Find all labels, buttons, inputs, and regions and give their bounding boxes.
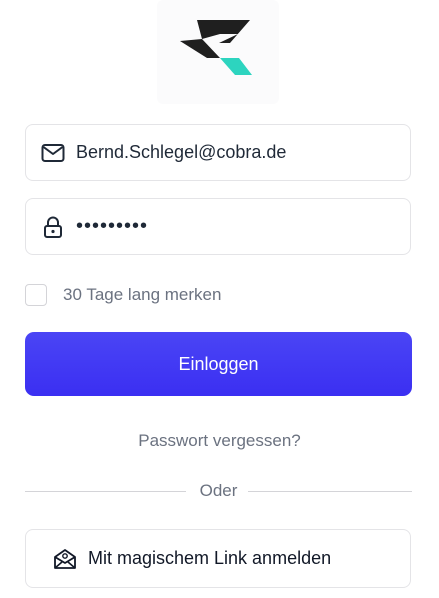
- password-input[interactable]: [76, 215, 396, 238]
- email-field[interactable]: [25, 124, 411, 181]
- mail-icon: [40, 140, 66, 166]
- remember-label: 30 Tage lang merken: [63, 285, 222, 304]
- login-page: 30 Tage lang merken Einloggen Passwort v…: [0, 0, 439, 598]
- divider-line-right: [248, 491, 412, 492]
- mail-open-icon: [52, 546, 78, 572]
- remember-checkbox[interactable]: [25, 284, 47, 306]
- divider: Oder: [25, 481, 412, 503]
- forgot-password-link[interactable]: Passwort vergessen?: [0, 431, 439, 451]
- app-logo-icon: [180, 20, 252, 75]
- remember-me[interactable]: 30 Tage lang merken: [25, 282, 221, 308]
- magic-link-label: Mit magischem Link anmelden: [88, 548, 332, 568]
- password-field[interactable]: [25, 198, 411, 255]
- logo-container: [157, 0, 279, 104]
- login-button[interactable]: Einloggen: [25, 332, 412, 396]
- email-input[interactable]: [76, 142, 396, 163]
- lock-icon: [40, 214, 66, 240]
- magic-link-button[interactable]: Mit magischem Link anmelden: [25, 529, 411, 588]
